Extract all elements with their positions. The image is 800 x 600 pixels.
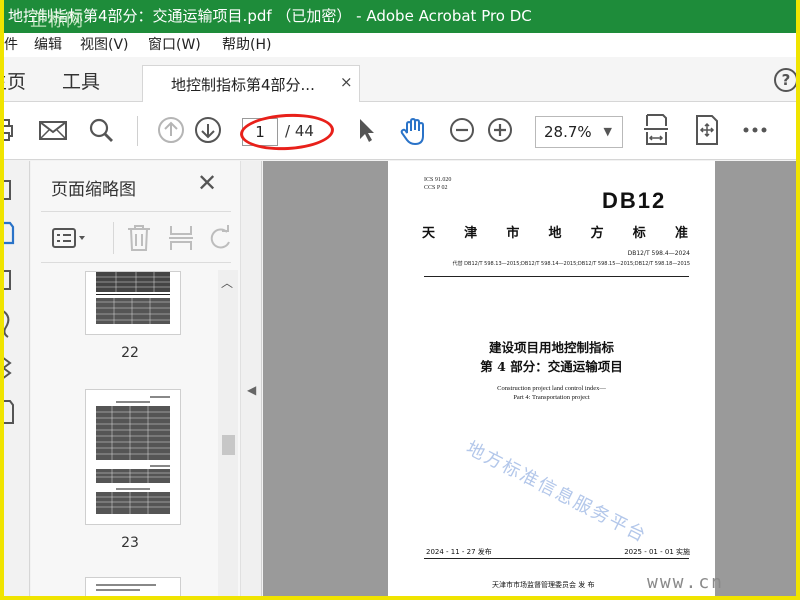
standard-type-title: 天 津 市 地 方 标 准: [422, 222, 688, 241]
toolbar-divider: [137, 116, 138, 146]
thumbnail-scrollbar[interactable]: ︿: [218, 270, 238, 600]
panel-divider: [113, 222, 114, 254]
help-button[interactable]: ?: [774, 68, 798, 92]
doc-title-line-1: 建设项目用地控制指标: [488, 340, 614, 355]
scrollbar-thumb[interactable]: [222, 435, 235, 455]
standard-type-char: 方: [590, 226, 604, 241]
fit-width-icon[interactable]: [692, 113, 722, 145]
thumbnail-options-icon[interactable]: [51, 224, 91, 252]
site-watermark: 正标网: [30, 11, 84, 31]
tab-home[interactable]: 主页: [0, 67, 26, 94]
doc-english-title-1: Construction project land control index—: [497, 385, 606, 392]
db-logo: DB12: [602, 188, 667, 213]
panel-title: 页面缩略图: [51, 180, 136, 200]
footer-rule: [424, 558, 689, 559]
pdf-page: ICS 91.020 CCS P 02 DB12 天 津 市 地 方 标 准 D…: [388, 161, 715, 600]
fit-page-icon[interactable]: [641, 112, 671, 145]
standard-type-char: 标: [632, 226, 646, 241]
collapse-arrow-icon[interactable]: ◀: [247, 383, 256, 397]
panel-collapse-bar[interactable]: ◀: [240, 161, 262, 600]
document-tab-label: 地控制指标第4部分...: [171, 76, 315, 94]
doc-title-line-2: 第 4 部分：交通运输项目: [480, 359, 623, 374]
thumbnail-page-22[interactable]: [85, 271, 181, 335]
ics-code: ICS 91.020 CCS P 02: [424, 176, 451, 192]
print-icon[interactable]: [0, 115, 22, 145]
close-panel-button[interactable]: ✕: [197, 169, 217, 197]
rotate-page-icon[interactable]: [207, 224, 233, 252]
search-icon[interactable]: [86, 115, 116, 145]
tab-tools[interactable]: 工具: [62, 67, 100, 94]
standard-number: DB12/T 598.4—2024: [627, 250, 690, 257]
replaces-line: 代替 DB12/T 598.13—2015;DB12/T 598.14—2015…: [452, 261, 690, 267]
panel-toolbar: [41, 211, 231, 263]
thumbnail-page-24[interactable]: [85, 577, 181, 600]
hand-icon[interactable]: [398, 115, 428, 146]
scroll-up-icon[interactable]: ︿: [221, 274, 233, 291]
standard-type-char: 津: [464, 226, 478, 241]
next-page-icon[interactable]: [193, 115, 223, 145]
left-tool-strip: [0, 161, 30, 600]
standard-type-char: 地: [548, 226, 562, 241]
implement-date: 2025 - 01 - 01 实施: [624, 548, 690, 556]
menu-item-window[interactable]: 窗口(W): [148, 33, 201, 57]
menu-item-file[interactable]: 件: [4, 33, 18, 57]
document-view[interactable]: ICS 91.020 CCS P 02 DB12 天 津 市 地 方 标 准 D…: [263, 161, 800, 600]
ccs-line: CCS P 02: [424, 185, 448, 191]
ics-line: ICS 91.020: [424, 177, 452, 183]
thumbnail-list[interactable]: 22 23: [41, 271, 219, 600]
close-tab-button[interactable]: ×: [340, 73, 353, 91]
zoom-out-icon[interactable]: [447, 115, 477, 145]
select-arrow-icon[interactable]: [351, 115, 381, 145]
corner-watermark: www.cn: [647, 572, 725, 593]
chevron-down-icon: ▼: [603, 125, 612, 138]
prev-page-icon[interactable]: [156, 115, 186, 145]
page-thumbnails-panel: 页面缩略图 ✕ 22 23: [31, 161, 240, 600]
main-toolbar: 1 / 44 28.7% ▼: [0, 102, 800, 160]
header-rule: [424, 276, 689, 277]
doc-english-title-2: Part 4: Transportation project: [513, 394, 590, 401]
standard-type-char: 准: [674, 226, 688, 241]
window-title: 地控制指标第4部分：交通运输项目.pdf （已加密） - Adobe Acrob…: [8, 7, 532, 25]
menu-item-view[interactable]: 视图(V): [80, 33, 129, 57]
email-icon[interactable]: [38, 115, 68, 145]
menu-bar: 件 编辑 视图(V) 窗口(W) 帮助(H): [0, 33, 800, 57]
menu-item-help[interactable]: 帮助(H): [222, 33, 271, 57]
publish-date: 2024 - 11 - 27 发布: [426, 548, 492, 556]
insert-page-icon[interactable]: [167, 224, 195, 252]
tab-bar: 主页 工具 地控制指标第4部分... × ?: [0, 57, 800, 102]
standard-type-char: 市: [506, 226, 520, 241]
thumbnail-page-23[interactable]: [85, 389, 181, 525]
issuer: 天津市市场监督管理委员会 发 布: [492, 581, 595, 589]
page-watermark: 地方标准信息服务平台: [462, 437, 651, 548]
thumbnail-label-22: 22: [121, 345, 139, 361]
menu-item-edit[interactable]: 编辑: [34, 33, 62, 57]
tab-document[interactable]: 地控制指标第4部分... ×: [142, 65, 360, 102]
zoom-in-icon[interactable]: [485, 115, 515, 145]
window-title-bar[interactable]: 地控制指标第4部分：交通运输项目.pdf （已加密） - Adobe Acrob…: [0, 0, 800, 33]
more-icon[interactable]: [740, 115, 770, 145]
zoom-value: 28.7%: [544, 123, 592, 141]
sidebar-icons[interactable]: [0, 161, 30, 431]
delete-page-icon[interactable]: [125, 223, 153, 253]
thumbnail-label-23: 23: [121, 535, 139, 551]
standard-type-char: 天: [422, 226, 436, 241]
zoom-select[interactable]: 28.7% ▼: [535, 116, 623, 148]
